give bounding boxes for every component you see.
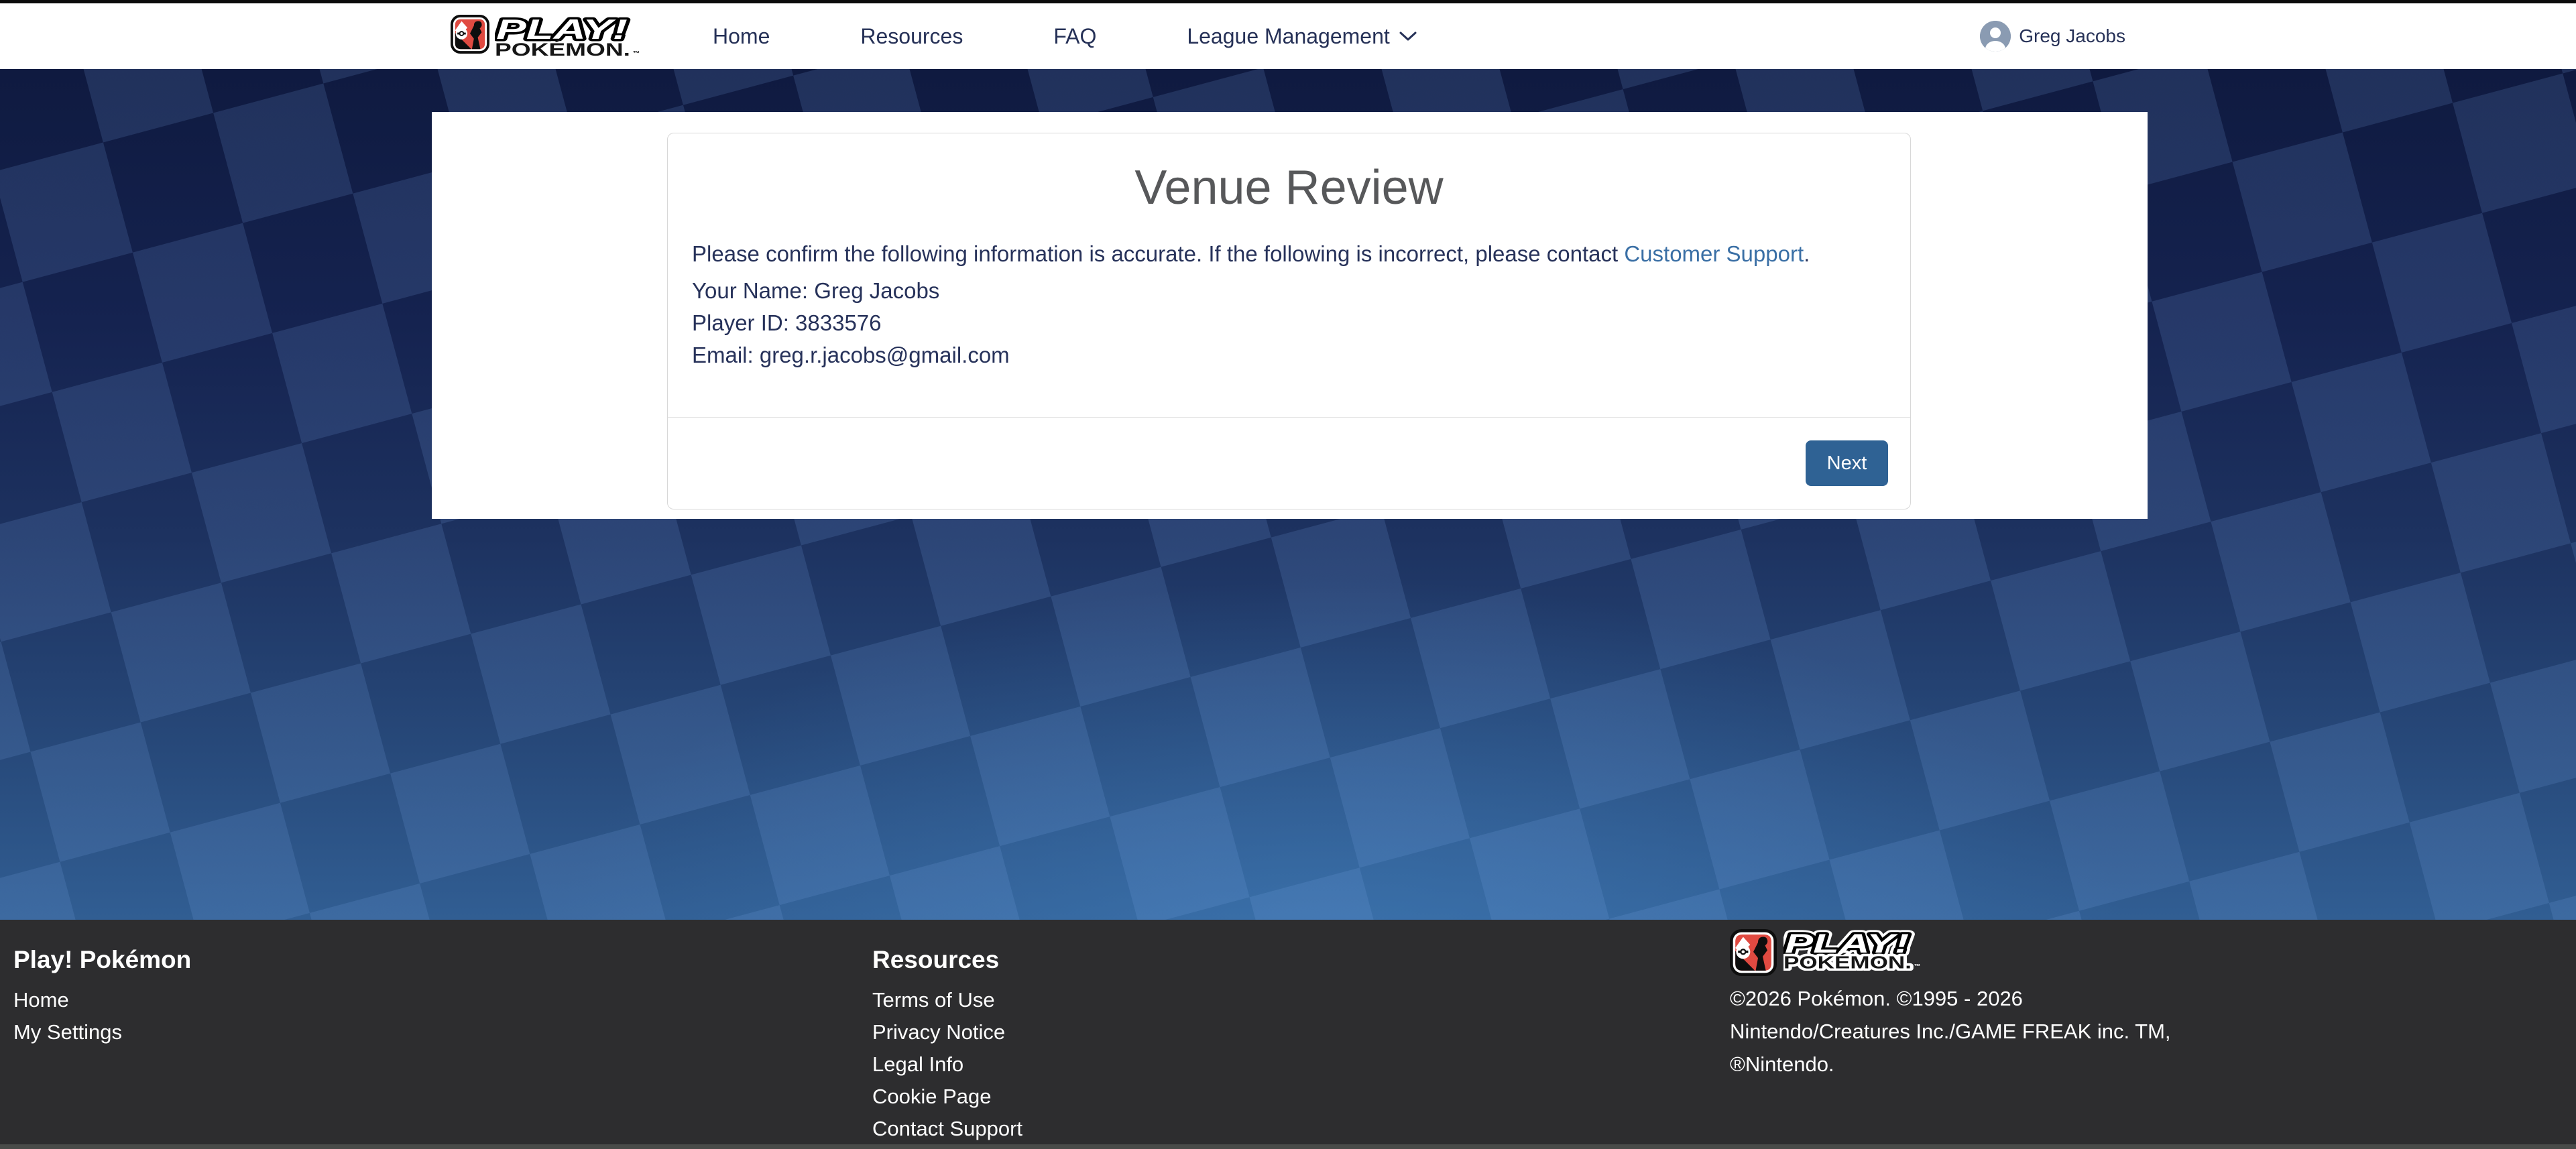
field-your-name-label: Your Name:	[692, 278, 808, 303]
footer-links-resources: Terms of Use Privacy Notice Legal Info C…	[872, 984, 1022, 1145]
field-email-label: Email:	[692, 343, 754, 367]
footer-link-home[interactable]: Home	[13, 984, 191, 1016]
intro-text-after: .	[1804, 241, 1810, 266]
play-pokemon-logo-text: PLAY! POKÉMON. ™	[495, 15, 642, 58]
field-your-name: Your Name: Greg Jacobs	[692, 275, 1886, 307]
page-title: Venue Review	[692, 160, 1886, 216]
play-pokemon-logo-icon	[1730, 929, 1777, 976]
footer-column-play-pokemon: Play! Pokémon Home My Settings	[13, 945, 191, 1048]
venue-review-card-body: Venue Review Please confirm the followin…	[668, 133, 1910, 417]
copyright-text: ©2026 Pokémon. ©1995 - 2026 Nintendo/Cre…	[1730, 982, 2192, 1081]
footer-play-pokemon-logo: PLAY! PLAY! POKÉMON. POKÉMON. ™	[1730, 929, 2192, 976]
top-nav: PLAY! POKÉMON. ™ Home Resources FAQ Leag…	[0, 3, 2576, 69]
footer-links-play-pokemon: Home My Settings	[13, 984, 191, 1048]
svg-text:POKÉMON.: POKÉMON.	[495, 39, 630, 58]
footer-link-my-settings[interactable]: My Settings	[13, 1016, 191, 1048]
field-email: Email: greg.r.jacobs@gmail.com	[692, 339, 1886, 371]
customer-support-link[interactable]: Customer Support	[1624, 241, 1804, 266]
player-info: Your Name: Greg Jacobs Player ID: 383357…	[692, 275, 1886, 371]
user-name: Greg Jacobs	[2019, 25, 2125, 47]
person-icon	[1980, 21, 2011, 52]
nav-links: Home Resources FAQ League Management	[713, 24, 1418, 49]
svg-text:™: ™	[1914, 963, 1920, 970]
content-panel: Venue Review Please confirm the followin…	[432, 112, 2148, 519]
next-button[interactable]: Next	[1806, 440, 1888, 486]
nav-item-league-management[interactable]: League Management	[1187, 24, 1417, 49]
footer-link-cookie-page[interactable]: Cookie Page	[872, 1081, 1022, 1113]
venue-review-card: Venue Review Please confirm the followin…	[667, 133, 1911, 509]
avatar	[1980, 21, 2011, 52]
field-player-id-label: Player ID:	[692, 310, 789, 335]
nav-item-league-management-label: League Management	[1187, 24, 1389, 49]
footer-column-resources: Resources Terms of Use Privacy Notice Le…	[872, 945, 1022, 1145]
card-action-bar: Next	[668, 417, 1910, 509]
play-pokemon-logo-icon	[451, 15, 489, 54]
footer-column-legal: PLAY! PLAY! POKÉMON. POKÉMON. ™ ©2026 Po…	[1730, 929, 2192, 1101]
svg-text:POKÉMON.: POKÉMON.	[1783, 953, 1912, 971]
nav-item-faq[interactable]: FAQ	[1053, 24, 1096, 49]
footer-heading-play-pokemon: Play! Pokémon	[13, 945, 191, 974]
nav-item-home[interactable]: Home	[713, 24, 770, 49]
field-player-id-value: 3833576	[795, 310, 881, 335]
user-menu[interactable]: Greg Jacobs	[1980, 21, 2125, 52]
main-background: Venue Review Please confirm the followin…	[0, 69, 2576, 920]
field-player-id: Player ID: 3833576	[692, 307, 1886, 339]
window-bottom-edge	[0, 1144, 2576, 1149]
footer-link-terms-of-use[interactable]: Terms of Use	[872, 984, 1022, 1016]
footer-link-contact-support[interactable]: Contact Support	[872, 1113, 1022, 1145]
field-your-name-value: Greg Jacobs	[814, 278, 939, 303]
svg-text:™: ™	[633, 50, 640, 58]
footer-heading-resources: Resources	[872, 945, 1022, 974]
nav-container: PLAY! POKÉMON. ™ Home Resources FAQ Leag…	[451, 3, 2125, 69]
play-pokemon-logo[interactable]: PLAY! POKÉMON. ™	[451, 15, 642, 58]
footer-link-legal-info[interactable]: Legal Info	[872, 1048, 1022, 1081]
confirmation-text: Please confirm the following information…	[692, 239, 1886, 269]
page-footer: Play! Pokémon Home My Settings Resources…	[0, 920, 2576, 1149]
intro-text-before: Please confirm the following information…	[692, 241, 1624, 266]
footer-link-privacy-notice[interactable]: Privacy Notice	[872, 1016, 1022, 1048]
nav-item-resources[interactable]: Resources	[860, 24, 963, 49]
chevron-down-icon	[1398, 30, 1418, 42]
footer-play-pokemon-logo-text: PLAY! PLAY! POKÉMON. POKÉMON. ™	[1783, 929, 1923, 971]
field-email-value: greg.r.jacobs@gmail.com	[760, 343, 1010, 367]
